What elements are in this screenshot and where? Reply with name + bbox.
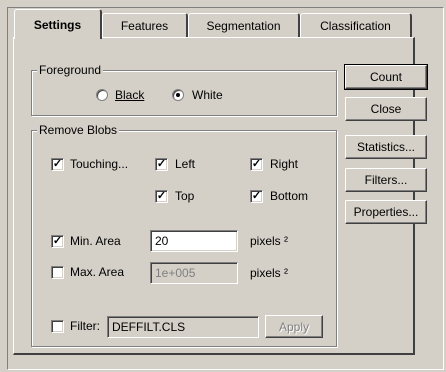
remove-blobs-group-title: Remove Blobs	[37, 123, 120, 137]
filter-path-field: DEFFILT.CLS	[107, 316, 259, 338]
top-checkbox[interactable]: ✓	[155, 190, 168, 203]
touching-checkbox[interactable]: ✓	[51, 158, 64, 171]
max-area-input: 1e+005	[150, 262, 238, 284]
touching-label: Touching...	[70, 157, 129, 171]
radio-selected-dot	[176, 93, 180, 97]
filter-checkbox[interactable]	[51, 320, 64, 333]
bottom-label: Bottom	[270, 189, 309, 203]
radio-white[interactable]	[172, 89, 184, 101]
left-label: Left	[175, 157, 196, 171]
max-area-checkbox[interactable]	[51, 266, 64, 279]
radio-black[interactable]	[96, 89, 108, 101]
tab-label: Settings	[33, 17, 82, 32]
right-checkbox[interactable]: ✓	[250, 158, 263, 171]
filter-label: Filter:	[70, 319, 100, 333]
top-label: Top	[175, 189, 195, 203]
max-area-label: Max. Area	[70, 265, 125, 279]
radio-black-label: Black	[115, 88, 145, 102]
tab-classification[interactable]: Classification	[300, 13, 412, 37]
apply-button[interactable]: Apply	[265, 315, 323, 338]
tab-label: Classification	[320, 18, 391, 33]
min-area-input[interactable]: 20	[150, 230, 238, 252]
min-area-checkbox[interactable]: ✓	[51, 235, 64, 248]
tab-label: Features	[120, 18, 169, 33]
tab-segmentation[interactable]: Segmentation	[188, 13, 300, 37]
statistics-button[interactable]: Statistics...	[345, 135, 427, 159]
tab-features[interactable]: Features	[102, 13, 188, 37]
foreground-group-title: Foreground	[37, 63, 104, 77]
min-area-label: Min. Area	[70, 234, 121, 248]
properties-button[interactable]: Properties...	[345, 200, 427, 224]
filters-button[interactable]: Filters...	[345, 168, 427, 192]
bottom-checkbox[interactable]: ✓	[250, 190, 263, 203]
tab-settings[interactable]: Settings	[14, 9, 102, 39]
max-area-unit: pixels ²	[250, 266, 289, 280]
tab-label: Segmentation	[206, 18, 281, 33]
radio-white-label: White	[192, 88, 223, 102]
right-label: Right	[270, 157, 299, 171]
close-button[interactable]: Close	[345, 97, 427, 121]
left-checkbox[interactable]: ✓	[155, 158, 168, 171]
min-area-unit: pixels ²	[250, 234, 289, 248]
count-button[interactable]: Count	[344, 64, 428, 90]
